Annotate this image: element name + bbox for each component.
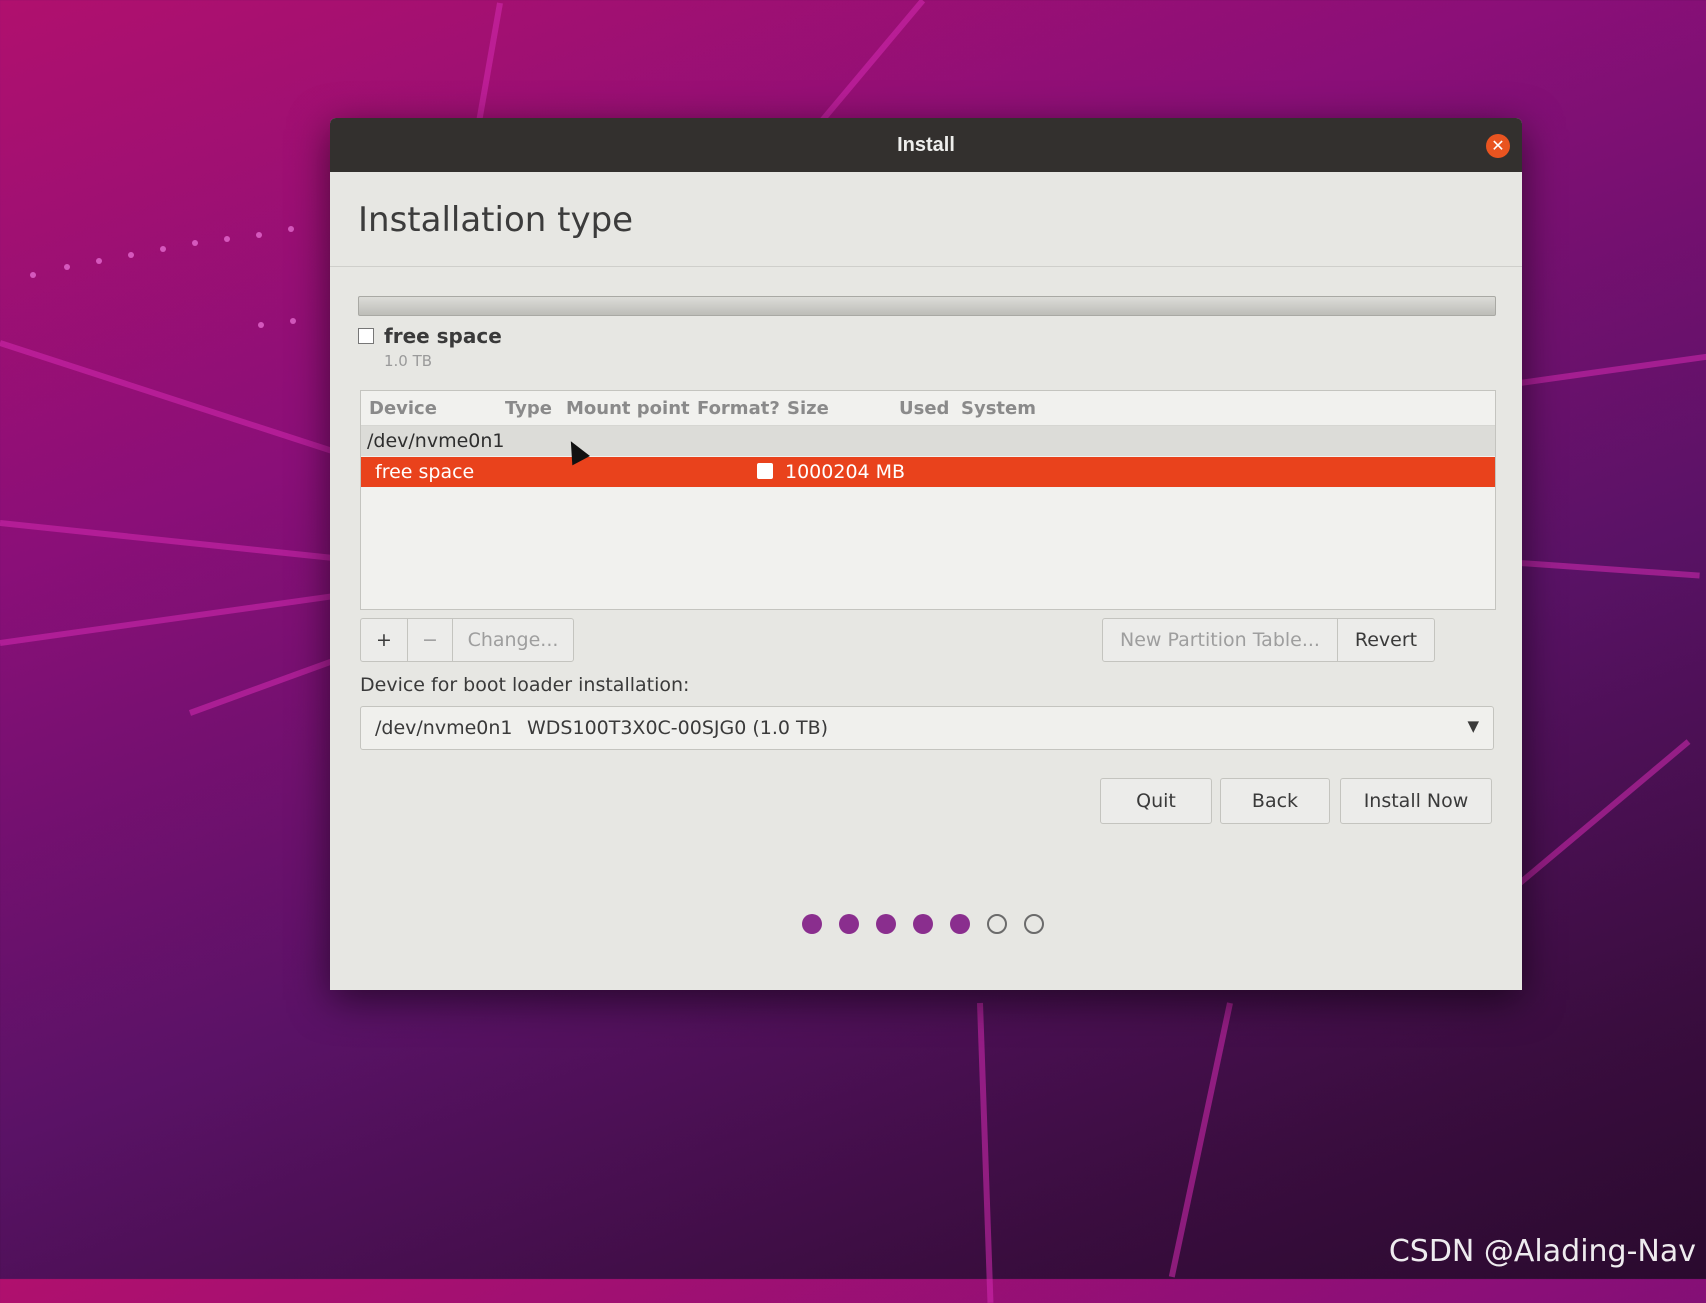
boot-loader-select[interactable]: /dev/nvme0n1 WDS100T3X0C-00SJG0 (1.0 TB)… bbox=[360, 706, 1494, 750]
boot-loader-label: Device for boot loader installation: bbox=[360, 674, 690, 696]
boot-device: /dev/nvme0n1 bbox=[375, 717, 513, 739]
window-title: Install bbox=[897, 133, 955, 156]
bg-dot bbox=[160, 246, 166, 252]
revert-button[interactable]: Revert bbox=[1337, 618, 1435, 662]
bg-line bbox=[1519, 560, 1700, 579]
close-button[interactable]: ✕ bbox=[1486, 134, 1510, 158]
legend-label: free space bbox=[384, 324, 502, 348]
bg-line bbox=[1168, 1002, 1233, 1278]
quit-button[interactable]: Quit bbox=[1100, 778, 1212, 824]
legend-size: 1.0 TB bbox=[384, 352, 433, 370]
table-header: Device Type Mount point Format? Size Use… bbox=[361, 391, 1495, 426]
bg-dot bbox=[290, 318, 296, 324]
bg-line bbox=[0, 592, 338, 646]
column-size[interactable]: Size bbox=[787, 398, 829, 419]
format-checkbox[interactable] bbox=[757, 463, 773, 479]
bg-line bbox=[1518, 739, 1691, 886]
title-bar: Install ✕ bbox=[330, 118, 1522, 172]
progress-dot-complete bbox=[876, 914, 896, 934]
table-row-free-space[interactable]: free space 1000204 MB bbox=[361, 457, 1495, 487]
partition-name: free space bbox=[375, 461, 475, 483]
progress-dot-complete bbox=[839, 914, 859, 934]
bg-dot bbox=[30, 272, 36, 278]
bg-dot bbox=[128, 252, 134, 258]
column-format[interactable]: Format? bbox=[697, 398, 780, 419]
device-name: /dev/nvme0n1 bbox=[367, 430, 505, 452]
boot-device-model: WDS100T3X0C-00SJG0 (1.0 TB) bbox=[527, 717, 829, 739]
new-partition-table-button[interactable]: New Partition Table... bbox=[1102, 618, 1338, 662]
bg-line bbox=[977, 1002, 994, 1303]
install-window: Install ✕ Installation type free space 1… bbox=[330, 118, 1522, 990]
legend-swatch bbox=[358, 328, 374, 344]
chevron-down-icon: ▼ bbox=[1467, 717, 1479, 735]
back-button[interactable]: Back bbox=[1220, 778, 1330, 824]
close-icon: ✕ bbox=[1491, 136, 1505, 155]
bg-dot bbox=[224, 236, 230, 242]
bg-dot bbox=[64, 264, 70, 270]
column-used[interactable]: Used bbox=[899, 398, 949, 419]
table-row-device[interactable]: /dev/nvme0n1 bbox=[361, 426, 1495, 456]
progress-dot-complete bbox=[802, 914, 822, 934]
bg-dot bbox=[258, 322, 264, 328]
bg-dot bbox=[256, 232, 262, 238]
bg-line bbox=[188, 655, 342, 716]
progress-dot-pending bbox=[987, 914, 1007, 934]
bg-dot bbox=[288, 226, 294, 232]
partition-toolbar: + − Change... New Partition Table... Rev… bbox=[360, 618, 1494, 664]
bg-dot bbox=[192, 240, 198, 246]
add-partition-button[interactable]: + bbox=[360, 618, 408, 662]
progress-dot-complete bbox=[913, 914, 933, 934]
change-partition-button[interactable]: Change... bbox=[452, 618, 574, 662]
bg-line bbox=[1519, 353, 1706, 386]
install-now-button[interactable]: Install Now bbox=[1340, 778, 1492, 824]
column-device[interactable]: Device bbox=[369, 398, 437, 419]
bg-dot bbox=[96, 258, 102, 264]
progress-dot-complete bbox=[950, 914, 970, 934]
watermark: CSDN @Alading-Nav bbox=[1388, 1234, 1696, 1269]
bg-line bbox=[0, 520, 339, 562]
progress-dot-pending bbox=[1024, 914, 1044, 934]
column-system[interactable]: System bbox=[961, 398, 1036, 419]
page-title: Installation type bbox=[358, 200, 634, 240]
partition-table[interactable]: Device Type Mount point Format? Size Use… bbox=[360, 390, 1496, 610]
divider bbox=[330, 266, 1522, 267]
bg-line bbox=[817, 0, 926, 125]
bg-line bbox=[0, 340, 344, 458]
column-type[interactable]: Type bbox=[505, 398, 552, 419]
bg-line bbox=[474, 2, 503, 132]
step-progress bbox=[330, 912, 1522, 936]
remove-partition-button[interactable]: − bbox=[407, 618, 453, 662]
disk-usage-bar bbox=[358, 296, 1496, 316]
column-mount-point[interactable]: Mount point bbox=[566, 398, 690, 419]
partition-size: 1000204 MB bbox=[785, 461, 906, 483]
